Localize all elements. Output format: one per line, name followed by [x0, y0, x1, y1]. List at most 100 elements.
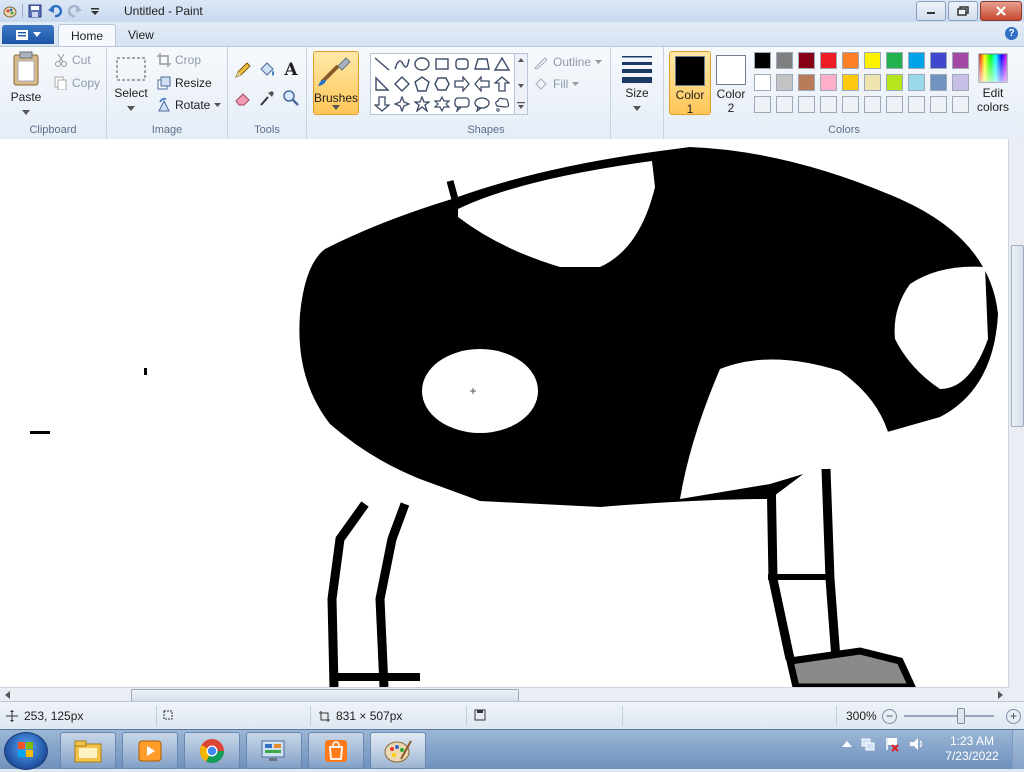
crop-button[interactable]: Crop	[157, 53, 201, 67]
triangle-shape[interactable]	[493, 55, 511, 73]
application-menu-button[interactable]	[2, 25, 54, 44]
fill-tool[interactable]	[256, 59, 278, 81]
curve-shape[interactable]	[393, 55, 411, 73]
start-button[interactable]	[4, 732, 48, 770]
help-icon[interactable]: ?	[1005, 27, 1018, 40]
drawing-canvas[interactable]	[0, 139, 1008, 687]
custom-color-slot[interactable]	[820, 96, 837, 113]
palette-swatch[interactable]	[820, 74, 837, 91]
pencil-tool[interactable]	[232, 59, 254, 81]
minimize-button[interactable]	[916, 1, 946, 21]
five-point-star-shape[interactable]	[413, 95, 431, 113]
rounded-rectangle-shape[interactable]	[453, 55, 471, 73]
palette-swatch[interactable]	[798, 74, 815, 91]
undo-icon[interactable]	[47, 3, 63, 19]
palette-swatch[interactable]	[842, 74, 859, 91]
taskbar-chrome[interactable]	[184, 732, 240, 769]
customize-toolbar-icon[interactable]	[87, 3, 103, 19]
tab-view[interactable]: View	[116, 24, 166, 46]
color-picker-tool[interactable]	[256, 87, 278, 109]
redo-icon[interactable]	[67, 3, 83, 19]
taskbar-control-panel[interactable]	[246, 732, 302, 769]
custom-color-slot[interactable]	[952, 96, 969, 113]
four-point-star-shape[interactable]	[393, 95, 411, 113]
custom-color-slot[interactable]	[908, 96, 925, 113]
select-button[interactable]: Select	[113, 55, 149, 114]
polygon-shape[interactable]	[473, 55, 491, 73]
line-shape[interactable]	[373, 55, 391, 73]
pentagon-shape[interactable]	[413, 75, 431, 93]
taskbar-media-player[interactable]	[122, 732, 178, 769]
shapes-gallery-scroll[interactable]	[514, 53, 528, 115]
palette-swatch[interactable]	[820, 52, 837, 69]
color1-button[interactable]: Color 1	[669, 51, 711, 116]
network-icon[interactable]	[860, 736, 876, 752]
palette-swatch[interactable]	[952, 52, 969, 69]
cut-button[interactable]: Cut	[54, 53, 91, 67]
custom-color-slot[interactable]	[930, 96, 947, 113]
scroll-right-icon[interactable]	[996, 691, 1004, 699]
scroll-left-icon[interactable]	[4, 691, 12, 699]
close-button[interactable]	[980, 1, 1022, 21]
right-arrow-shape[interactable]	[453, 75, 471, 93]
palette-swatch[interactable]	[754, 52, 771, 69]
taskbar-clock[interactable]: 1:23 AM 7/23/2022	[940, 734, 1004, 764]
resize-button[interactable]: Resize	[157, 76, 212, 90]
left-arrow-shape[interactable]	[473, 75, 491, 93]
paint-app-icon[interactable]	[2, 3, 18, 19]
volume-icon[interactable]	[908, 736, 926, 752]
show-hidden-icons[interactable]	[842, 740, 852, 748]
zoom-slider-track[interactable]	[904, 715, 994, 717]
palette-swatch[interactable]	[886, 52, 903, 69]
custom-color-slot[interactable]	[842, 96, 859, 113]
taskbar-explorer[interactable]	[60, 732, 116, 769]
color2-button[interactable]: Color 2	[711, 51, 751, 115]
edit-colors-button[interactable]: Edit colors	[974, 53, 1012, 114]
down-arrow-shape[interactable]	[373, 95, 391, 113]
palette-swatch[interactable]	[864, 52, 881, 69]
palette-swatch[interactable]	[908, 52, 925, 69]
oval-callout-shape[interactable]	[473, 95, 491, 113]
brushes-button[interactable]: Brushes	[313, 51, 359, 115]
zoom-slider-thumb[interactable]	[957, 708, 965, 724]
hexagon-shape[interactable]	[433, 75, 451, 93]
taskbar-store[interactable]	[308, 732, 364, 769]
action-center-warning-icon[interactable]	[884, 736, 900, 752]
size-button[interactable]: Size	[617, 53, 657, 114]
copy-button[interactable]: Copy	[54, 76, 100, 90]
horizontal-scrollbar[interactable]	[0, 687, 1008, 702]
custom-color-slot[interactable]	[754, 96, 771, 113]
six-point-star-shape[interactable]	[433, 95, 451, 113]
paste-button[interactable]: Paste	[6, 51, 46, 118]
zoom-in-button[interactable]: +	[1006, 709, 1021, 724]
outline-button[interactable]: Outline	[533, 55, 603, 69]
rounded-callout-shape[interactable]	[453, 95, 471, 113]
palette-swatch[interactable]	[930, 74, 947, 91]
custom-color-slot[interactable]	[886, 96, 903, 113]
palette-swatch[interactable]	[908, 74, 925, 91]
palette-swatch[interactable]	[930, 52, 947, 69]
oval-shape[interactable]	[413, 55, 431, 73]
show-desktop-button[interactable]	[1012, 730, 1024, 769]
palette-swatch[interactable]	[952, 74, 969, 91]
save-icon[interactable]	[27, 3, 43, 19]
text-tool[interactable]: A	[280, 59, 302, 81]
fill-button[interactable]: Fill	[533, 77, 580, 91]
palette-swatch[interactable]	[798, 52, 815, 69]
cloud-callout-shape[interactable]	[493, 95, 511, 113]
custom-color-slot[interactable]	[864, 96, 881, 113]
palette-swatch[interactable]	[754, 74, 771, 91]
palette-swatch[interactable]	[864, 74, 881, 91]
taskbar-paint[interactable]	[370, 732, 426, 769]
palette-swatch[interactable]	[776, 74, 793, 91]
custom-color-slot[interactable]	[798, 96, 815, 113]
vertical-scrollbar[interactable]	[1008, 139, 1024, 687]
eraser-tool[interactable]	[232, 87, 254, 109]
palette-swatch[interactable]	[776, 52, 793, 69]
palette-swatch[interactable]	[842, 52, 859, 69]
rectangle-shape[interactable]	[433, 55, 451, 73]
vertical-scroll-thumb[interactable]	[1011, 245, 1024, 427]
custom-color-slot[interactable]	[776, 96, 793, 113]
magnifier-tool[interactable]	[280, 87, 302, 109]
up-arrow-shape[interactable]	[493, 75, 511, 93]
